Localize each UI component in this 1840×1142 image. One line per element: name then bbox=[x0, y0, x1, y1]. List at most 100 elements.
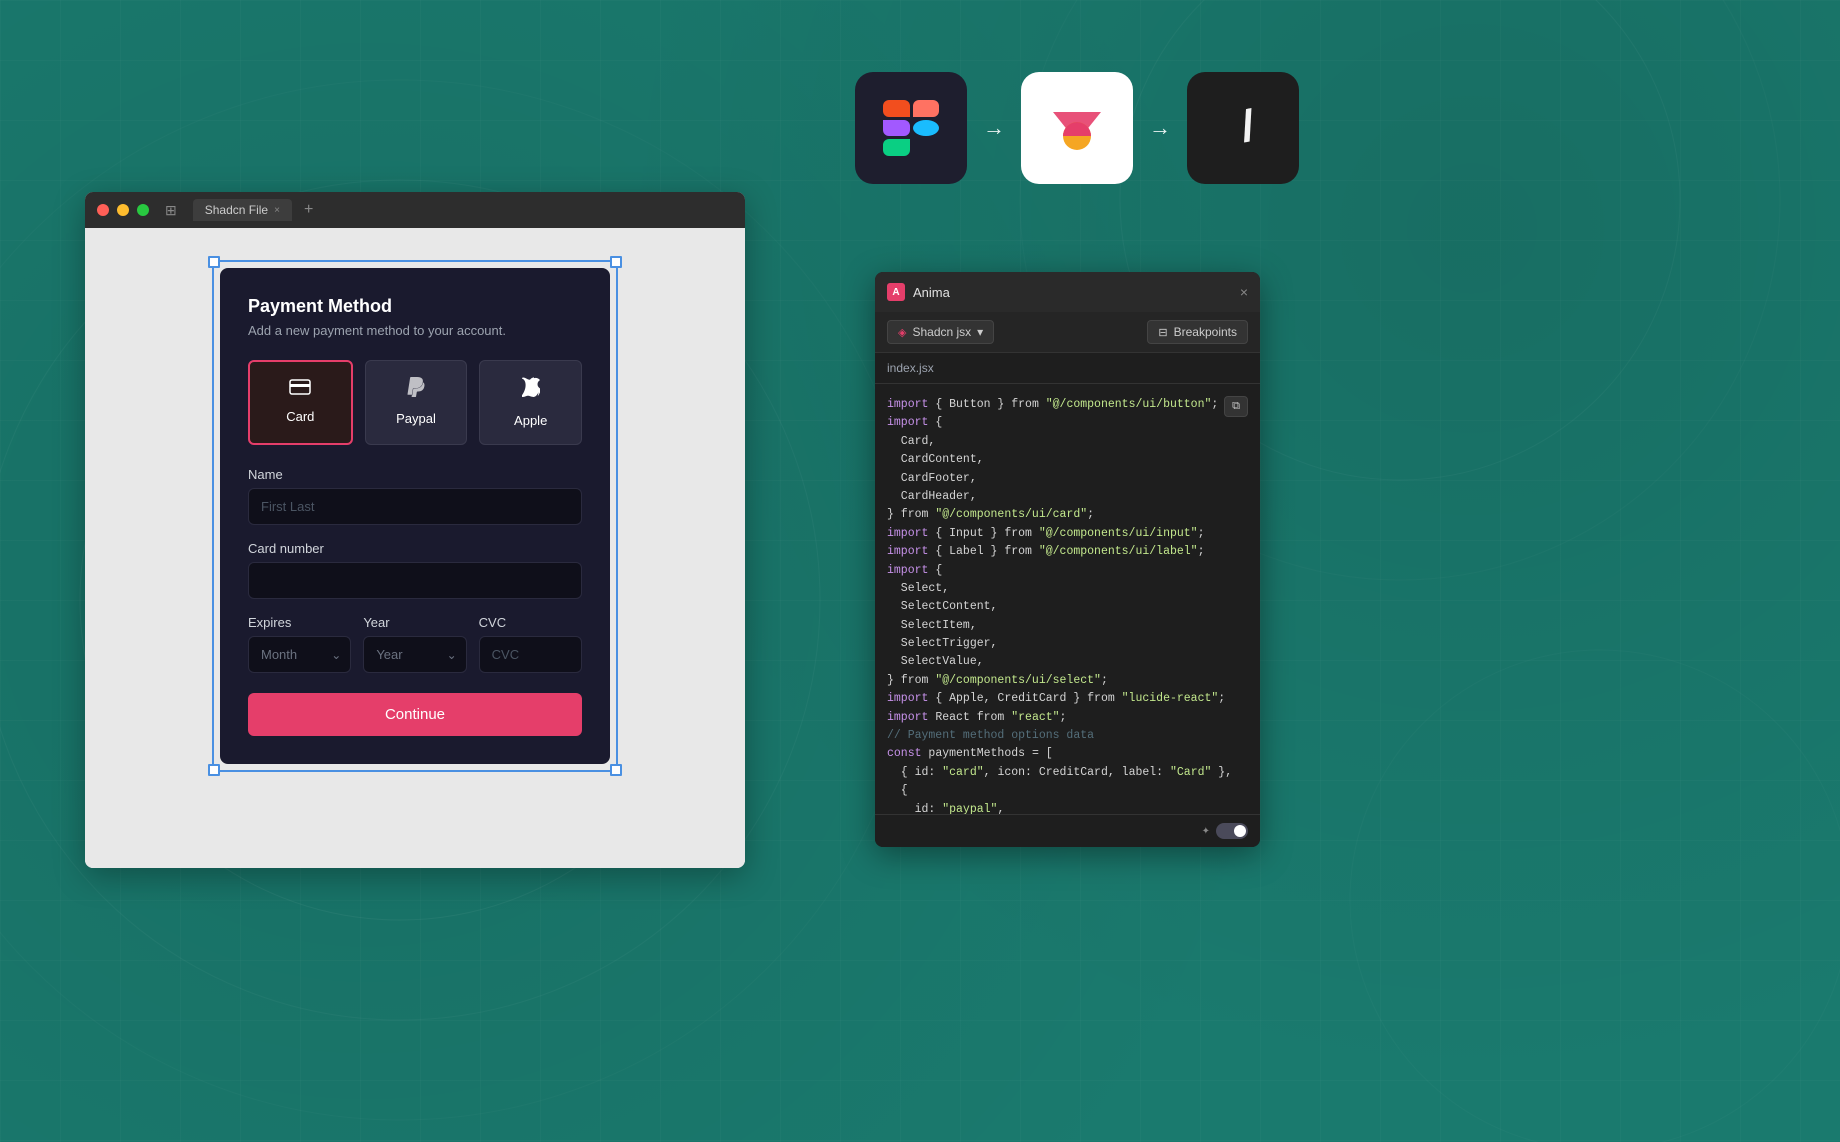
selection-handle-tr[interactable] bbox=[610, 256, 622, 268]
code-line: CardHeader, bbox=[887, 488, 1248, 506]
figma-dot-purple bbox=[883, 120, 910, 137]
cvc-input[interactable] bbox=[479, 636, 582, 673]
payment-subtitle: Add a new payment method to your account… bbox=[248, 323, 582, 338]
code-line: CardFooter, bbox=[887, 470, 1248, 488]
code-line: } from "@/components/ui/card"; bbox=[887, 506, 1248, 524]
card-number-input[interactable] bbox=[248, 562, 582, 599]
code-line: import { bbox=[887, 414, 1248, 432]
expires-row: Expires Month 010203 040506 070809 10111… bbox=[248, 615, 582, 673]
folder-icon-box bbox=[1021, 72, 1133, 184]
code-line: import { bbox=[887, 562, 1248, 580]
code-line: { bbox=[887, 782, 1248, 800]
card-label: Card bbox=[286, 409, 314, 424]
anima-breakpoints-button[interactable]: ⊟ Breakpoints bbox=[1147, 320, 1248, 344]
name-input[interactable] bbox=[248, 488, 582, 525]
breakpoints-label: Breakpoints bbox=[1174, 325, 1237, 339]
browser-maximize-dot[interactable] bbox=[137, 204, 149, 216]
continue-button[interactable]: Continue bbox=[248, 693, 582, 736]
payment-method-paypal[interactable]: Paypal bbox=[365, 360, 468, 445]
browser-new-tab-button[interactable]: + bbox=[304, 201, 313, 219]
anima-icon-box: // bbox=[1187, 72, 1299, 184]
code-line: } from "@/components/ui/select"; bbox=[887, 672, 1248, 690]
card-number-label: Card number bbox=[248, 541, 582, 556]
anima-source-arrow: ▾ bbox=[977, 325, 983, 339]
selection-handle-tl[interactable] bbox=[208, 256, 220, 268]
code-line: CardContent, bbox=[887, 451, 1248, 469]
apple-icon bbox=[522, 377, 540, 405]
cvc-col: CVC bbox=[479, 615, 582, 673]
browser-grid-icon: ⊞ bbox=[165, 202, 177, 219]
code-line: SelectItem, bbox=[887, 617, 1248, 635]
year-select[interactable]: Year 202420252026 202720282029 bbox=[363, 636, 466, 673]
month-select-wrapper: Month 010203 040506 070809 101112 bbox=[248, 636, 351, 673]
browser-window: ⊞ Shadcn File × + Payment Method Add a n… bbox=[85, 192, 745, 868]
browser-titlebar: ⊞ Shadcn File × + bbox=[85, 192, 745, 228]
code-line: import { Input } from "@/components/ui/i… bbox=[887, 525, 1248, 543]
payment-title: Payment Method bbox=[248, 296, 582, 317]
figma-dot-orange bbox=[913, 100, 940, 117]
breakpoints-icon: ⊟ bbox=[1158, 326, 1167, 339]
code-line: SelectContent, bbox=[887, 598, 1248, 616]
selection-handle-bl[interactable] bbox=[208, 764, 220, 776]
payment-method-card[interactable]: Card bbox=[248, 360, 353, 445]
figma-dot-red bbox=[883, 100, 910, 117]
apple-label: Apple bbox=[514, 413, 547, 428]
year-select-wrapper: Year 202420252026 202720282029 bbox=[363, 636, 466, 673]
code-line: Select, bbox=[887, 580, 1248, 598]
browser-content-area: Payment Method Add a new payment method … bbox=[85, 228, 745, 868]
anima-source-label: Shadcn jsx bbox=[912, 325, 971, 339]
anima-source-selector[interactable]: ◈ Shadcn jsx ▾ bbox=[887, 320, 994, 344]
anima-panel: A Anima × ◈ Shadcn jsx ▾ ⊟ Breakpoints i… bbox=[875, 272, 1260, 847]
card-icon bbox=[289, 378, 311, 401]
paypal-icon bbox=[406, 377, 426, 403]
anima-code-area: ⧉ import { Button } from "@/components/u… bbox=[875, 384, 1260, 814]
anima-toolbar: ◈ Shadcn jsx ▾ ⊟ Breakpoints bbox=[875, 312, 1260, 353]
name-form-group: Name bbox=[248, 467, 582, 525]
code-line: import { Button } from "@/components/ui/… bbox=[887, 396, 1248, 414]
code-line: SelectTrigger, bbox=[887, 635, 1248, 653]
anima-close-button[interactable]: × bbox=[1240, 284, 1248, 300]
payment-card: Payment Method Add a new payment method … bbox=[220, 268, 610, 764]
code-line: Card, bbox=[887, 433, 1248, 451]
anima-logo-slashes: // bbox=[1207, 92, 1279, 164]
browser-minimize-dot[interactable] bbox=[117, 204, 129, 216]
anima-footer: ✦ bbox=[875, 814, 1260, 847]
figma-logo bbox=[883, 100, 939, 156]
code-line: { id: "card", icon: CreditCard, label: "… bbox=[887, 764, 1248, 782]
selection-handle-br[interactable] bbox=[610, 764, 622, 776]
paypal-label: Paypal bbox=[396, 411, 436, 426]
arrow-right-icon-2: → bbox=[1149, 115, 1171, 141]
browser-tab-close-icon[interactable]: × bbox=[274, 205, 280, 216]
top-icons-bar: → → // bbox=[855, 72, 1299, 184]
sparkle-icon: ✦ bbox=[1202, 826, 1210, 837]
payment-method-apple[interactable]: Apple bbox=[479, 360, 582, 445]
code-line: SelectValue, bbox=[887, 653, 1248, 671]
folder-logo bbox=[1041, 92, 1113, 164]
month-select[interactable]: Month 010203 040506 070809 101112 bbox=[248, 636, 351, 673]
expires-col: Expires Month 010203 040506 070809 10111… bbox=[248, 615, 351, 673]
toggle-thumb bbox=[1234, 825, 1246, 837]
code-line: const paymentMethods = [ bbox=[887, 745, 1248, 763]
anima-logo-icon: A bbox=[887, 283, 905, 301]
anima-source-icon: ◈ bbox=[898, 326, 906, 339]
figma-dot-blue bbox=[913, 120, 940, 137]
code-line: import { Apple, CreditCard } from "lucid… bbox=[887, 690, 1248, 708]
browser-tab-label: Shadcn File bbox=[205, 203, 268, 217]
code-line: id: "paypal", bbox=[887, 801, 1248, 814]
figma-icon-box bbox=[855, 72, 967, 184]
code-line: import React from "react"; bbox=[887, 709, 1248, 727]
expires-label: Expires bbox=[248, 615, 351, 630]
browser-tab-shadcn[interactable]: Shadcn File × bbox=[193, 199, 292, 221]
anima-titlebar: A Anima × bbox=[875, 272, 1260, 312]
code-line: import { Label } from "@/components/ui/l… bbox=[887, 543, 1248, 561]
card-number-form-group: Card number bbox=[248, 541, 582, 599]
toggle-track[interactable] bbox=[1216, 823, 1248, 839]
copy-code-button[interactable]: ⧉ bbox=[1224, 396, 1248, 417]
toggle-button[interactable]: ✦ bbox=[1202, 823, 1248, 839]
year-col: Year Year 202420252026 202720282029 bbox=[363, 615, 466, 673]
anima-filename: index.jsx bbox=[875, 353, 1260, 384]
cvc-label: CVC bbox=[479, 615, 582, 630]
code-container: import { Button } from "@/components/ui/… bbox=[887, 396, 1248, 814]
browser-close-dot[interactable] bbox=[97, 204, 109, 216]
name-label: Name bbox=[248, 467, 582, 482]
